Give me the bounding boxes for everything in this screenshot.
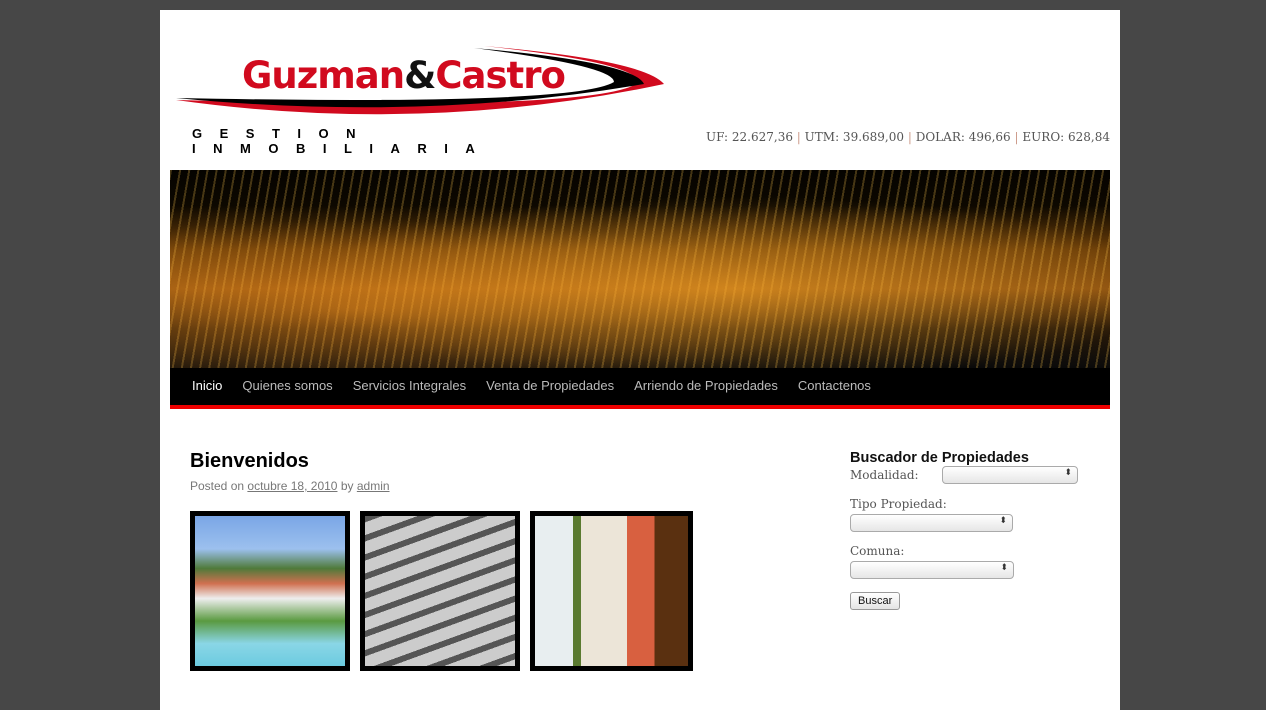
rate-euro: EURO: 628,84 bbox=[1022, 130, 1110, 144]
thumbnail-house-pool[interactable] bbox=[190, 511, 350, 671]
nav-venta[interactable]: Venta de Propiedades bbox=[476, 368, 624, 405]
photo bbox=[365, 516, 515, 666]
post: Bienvenidos Posted on octubre 18, 2010 b… bbox=[190, 450, 693, 671]
thumbnail-building[interactable] bbox=[360, 511, 520, 671]
post-title[interactable]: Bienvenidos bbox=[190, 450, 693, 473]
posted-on-label: Posted on bbox=[190, 479, 245, 493]
photo bbox=[535, 516, 688, 666]
logo-brand: Guzman&Castro bbox=[242, 54, 566, 97]
nav-contactenos[interactable]: Contactenos bbox=[788, 368, 881, 405]
separator: | bbox=[907, 130, 912, 144]
rate-uf: UF: 22.627,36 bbox=[706, 130, 793, 144]
rate-dolar: DOLAR: 496,66 bbox=[915, 130, 1011, 144]
logo-tagline: GESTION INMOBILIARIA bbox=[192, 126, 493, 156]
nav-inicio[interactable]: Inicio bbox=[182, 368, 232, 405]
buscar-button[interactable]: Buscar bbox=[850, 592, 901, 610]
post-date-link[interactable]: octubre 18, 2010 bbox=[247, 479, 337, 493]
page: Guzman&Castro GESTION INMOBILIARIA UF: 2… bbox=[160, 10, 1120, 710]
thumbnail-living-room[interactable] bbox=[530, 511, 693, 671]
logo[interactable]: Guzman&Castro GESTION INMOBILIARIA bbox=[174, 40, 674, 156]
separator: | bbox=[1014, 130, 1019, 144]
separator: | bbox=[796, 130, 801, 144]
header-banner-city-night bbox=[170, 170, 1110, 368]
nav-servicios-integrales[interactable]: Servicios Integrales bbox=[343, 368, 476, 405]
nav-quienes-somos[interactable]: Quienes somos bbox=[232, 368, 342, 405]
tipo-label: Tipo Propiedad: bbox=[850, 497, 947, 511]
post-meta: Posted on octubre 18, 2010 by admin bbox=[190, 479, 693, 493]
modalidad-select[interactable] bbox=[942, 466, 1078, 484]
comuna-label: Comuna: bbox=[850, 544, 905, 558]
search-title: Buscador de Propiedades bbox=[850, 450, 1029, 466]
author-link[interactable]: admin bbox=[357, 479, 390, 493]
by-label: by bbox=[340, 479, 354, 493]
main-nav: Inicio Quienes somos Servicios Integrale… bbox=[170, 368, 1110, 409]
comuna-select[interactable] bbox=[850, 561, 1014, 579]
rate-utm: UTM: 39.689,00 bbox=[804, 130, 905, 144]
tipo-propiedad-select[interactable] bbox=[850, 514, 1013, 532]
photo bbox=[195, 516, 345, 666]
property-search: Buscador de Propiedades Modalidad: Tipo … bbox=[850, 450, 1090, 610]
nav-arriendo[interactable]: Arriendo de Propiedades bbox=[624, 368, 788, 405]
exchange-rates: UF: 22.627,36 | UTM: 39.689,00 | DOLAR: … bbox=[706, 130, 1110, 144]
modalidad-label: Modalidad: bbox=[850, 468, 919, 482]
